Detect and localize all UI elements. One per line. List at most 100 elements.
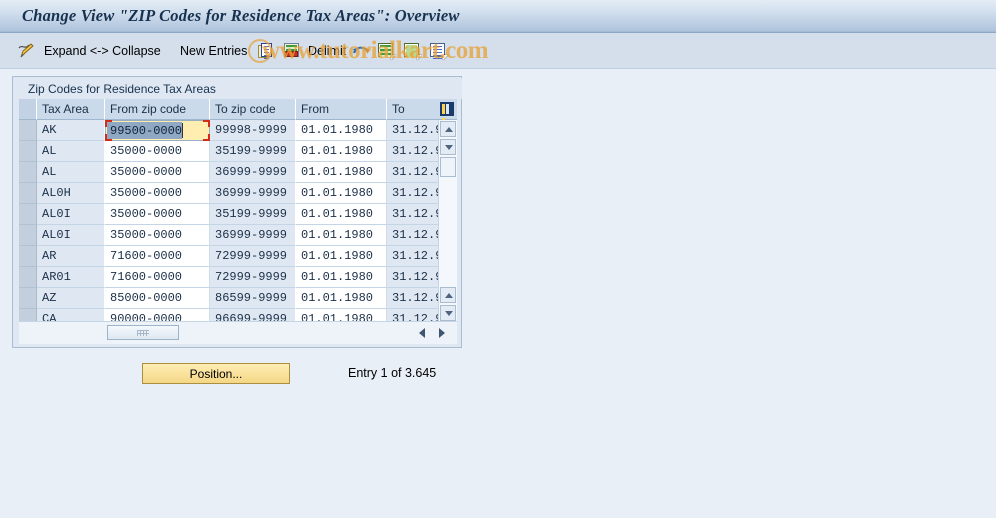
focused-cell-value: 99500-0000 bbox=[107, 122, 183, 139]
hscroll-far-right-button[interactable] bbox=[435, 325, 449, 340]
cell-to-zip: 72999-9999 bbox=[210, 267, 296, 288]
cell-from[interactable]: 01.01.1980 bbox=[296, 162, 387, 183]
row-selector[interactable] bbox=[19, 120, 37, 141]
focused-cell-from-zip-code[interactable]: 99500-0000 bbox=[105, 120, 210, 141]
table-settings-icon bbox=[440, 102, 454, 128]
row-selector[interactable] bbox=[19, 204, 37, 225]
table-row[interactable]: AL35000-000036999-999901.01.198031.12.99… bbox=[19, 162, 439, 183]
cell-from[interactable]: 01.01.1980 bbox=[296, 120, 387, 141]
cell-tax-area: AZ bbox=[37, 288, 105, 309]
arrow-down-icon bbox=[445, 145, 453, 150]
cell-to: 31.12.9999 bbox=[387, 225, 439, 246]
row-selector[interactable] bbox=[19, 162, 37, 183]
table-row[interactable]: AL0I 35000-0000 35199-9999 01.01.1980 31.12.… bbox=[19, 204, 439, 225]
grip-icon bbox=[137, 330, 149, 336]
table-row[interactable]: AL0I 35000-0000 36999-9999 01.01.1980 31.12.… bbox=[19, 225, 439, 246]
scroll-up-button[interactable] bbox=[440, 121, 456, 137]
table-row[interactable]: AZ85000-000086599-999901.01.198031.12.99… bbox=[19, 288, 439, 309]
cell-to: 31.12.9999 bbox=[387, 267, 439, 288]
cell-tax-area: AL bbox=[37, 141, 105, 162]
hscroll-far-left-button[interactable] bbox=[415, 325, 429, 340]
expand-collapse-label: Expand <-> Collapse bbox=[44, 44, 161, 58]
cell-to: 31.12.9999 bbox=[387, 162, 439, 183]
cell-from-zip[interactable]: 35000-0000 bbox=[105, 204, 210, 225]
arrow-up-icon bbox=[445, 293, 453, 298]
row-selector[interactable] bbox=[19, 141, 37, 162]
arrow-down-icon bbox=[445, 311, 453, 316]
expand-collapse-label-wrap[interactable]: Expand <-> Collapse bbox=[44, 33, 161, 69]
cell-to: 31.12.9999 bbox=[387, 246, 439, 267]
cell-from-zip[interactable]: 71600-0000 bbox=[105, 246, 210, 267]
new-entries-button[interactable]: New Entries bbox=[180, 33, 247, 69]
cell-from[interactable]: 01.01.1980 bbox=[296, 204, 387, 225]
delimit-button[interactable]: Delimit bbox=[308, 33, 346, 69]
cell-from-zip[interactable]: 71600-0000 bbox=[105, 267, 210, 288]
cell-from-zip[interactable]: 35000-0000 bbox=[105, 141, 210, 162]
select-all-button[interactable] bbox=[377, 33, 396, 69]
horizontal-scroll-thumb[interactable] bbox=[107, 325, 179, 340]
cell-from[interactable]: 01.01.1980 bbox=[296, 183, 387, 204]
column-header-tax-area[interactable]: Tax Area bbox=[37, 99, 105, 120]
pencil-icon bbox=[16, 41, 36, 61]
deselect-all-button[interactable] bbox=[403, 33, 422, 69]
cell-tax-area: AL0I bbox=[37, 225, 105, 246]
column-header-from-zip-code[interactable]: From zip code bbox=[105, 99, 210, 120]
horizontal-scrollbar[interactable] bbox=[19, 321, 457, 344]
cell-from[interactable]: 01.01.1980 bbox=[296, 267, 387, 288]
table-row[interactable]: AL0H 35000-0000 36999-9999 01.01.1980 31.12.… bbox=[19, 183, 439, 204]
deselect-all-icon bbox=[403, 43, 422, 60]
table-panel-title: Zip Codes for Residence Tax Areas bbox=[14, 78, 462, 99]
column-header-from[interactable]: From bbox=[296, 99, 387, 120]
scroll-page-up-button[interactable] bbox=[440, 287, 456, 303]
cell-to-zip: 36999-9999 bbox=[210, 183, 296, 204]
expand-collapse-button[interactable] bbox=[16, 33, 36, 69]
scroll-page-down-button[interactable] bbox=[440, 305, 456, 321]
undo-icon bbox=[352, 43, 370, 59]
save-button[interactable] bbox=[283, 33, 301, 69]
focus-corner-bottom-right bbox=[203, 134, 210, 141]
copy-button[interactable] bbox=[258, 33, 276, 69]
column-header-to[interactable]: To bbox=[387, 99, 439, 120]
row-selector[interactable] bbox=[19, 288, 37, 309]
cell-to-zip: 35199-9999 bbox=[210, 204, 296, 225]
table-row[interactable]: AR71600-000072999-999901.01.198031.12.99… bbox=[19, 246, 439, 267]
scroll-down-button[interactable] bbox=[440, 139, 456, 155]
cell-from-zip[interactable]: 85000-0000 bbox=[105, 288, 210, 309]
undo-button[interactable] bbox=[352, 33, 370, 69]
cell-from-zip[interactable]: 35000-0000 bbox=[105, 162, 210, 183]
cell-to-zip: 35199-9999 bbox=[210, 141, 296, 162]
arrow-right-icon bbox=[439, 328, 445, 338]
row-selector[interactable] bbox=[19, 225, 37, 246]
vertical-scrollbar[interactable] bbox=[438, 120, 457, 323]
text-caret bbox=[182, 123, 183, 138]
select-all-rows-header[interactable] bbox=[19, 99, 37, 120]
cell-from-zip[interactable]: 35000-0000 bbox=[105, 183, 210, 204]
cell-from-zip[interactable]: 35000-0000 bbox=[105, 225, 210, 246]
details-button[interactable] bbox=[429, 33, 448, 69]
table-row[interactable]: AK99500-0000 99998-999901.01.198031.12.99… bbox=[19, 120, 439, 141]
application-toolbar: Expand <-> Collapse New Entries Delimit bbox=[0, 33, 996, 69]
cell-from[interactable]: 01.01.1980 bbox=[296, 246, 387, 267]
cell-to-zip: 72999-9999 bbox=[210, 246, 296, 267]
row-selector[interactable] bbox=[19, 267, 37, 288]
table-row[interactable]: AR01 71600-0000 72999-9999 01.01.1980 31.12.… bbox=[19, 267, 439, 288]
data-grid: Tax Area From zip code To zip code From … bbox=[19, 99, 457, 344]
table-settings-button[interactable] bbox=[437, 99, 457, 128]
cell-from[interactable]: 01.01.1980 bbox=[296, 288, 387, 309]
grid-header-row: Tax Area From zip code To zip code From … bbox=[19, 99, 457, 128]
row-selector[interactable] bbox=[19, 246, 37, 267]
position-button[interactable]: Position... bbox=[142, 363, 290, 384]
column-header-to-zip-code[interactable]: To zip code bbox=[210, 99, 296, 120]
row-selector[interactable] bbox=[19, 183, 37, 204]
grid-rows: AK99500-000099998-999901.01.198031.12.99… bbox=[19, 120, 439, 323]
cell-from[interactable]: 01.01.1980 bbox=[296, 141, 387, 162]
cell-tax-area: AR bbox=[37, 246, 105, 267]
cell-to-zip: 36999-9999 bbox=[210, 162, 296, 183]
cell-to: 31.12.9999 bbox=[387, 204, 439, 225]
cell-to: 31.12.9999 bbox=[387, 120, 439, 141]
cell-tax-area: AL0H bbox=[37, 183, 105, 204]
table-row[interactable]: AL35000-000035199-999901.01.198031.12.99… bbox=[19, 141, 439, 162]
cell-from[interactable]: 01.01.1980 bbox=[296, 225, 387, 246]
vertical-scroll-thumb[interactable] bbox=[440, 157, 456, 177]
cell-tax-area: AL bbox=[37, 162, 105, 183]
